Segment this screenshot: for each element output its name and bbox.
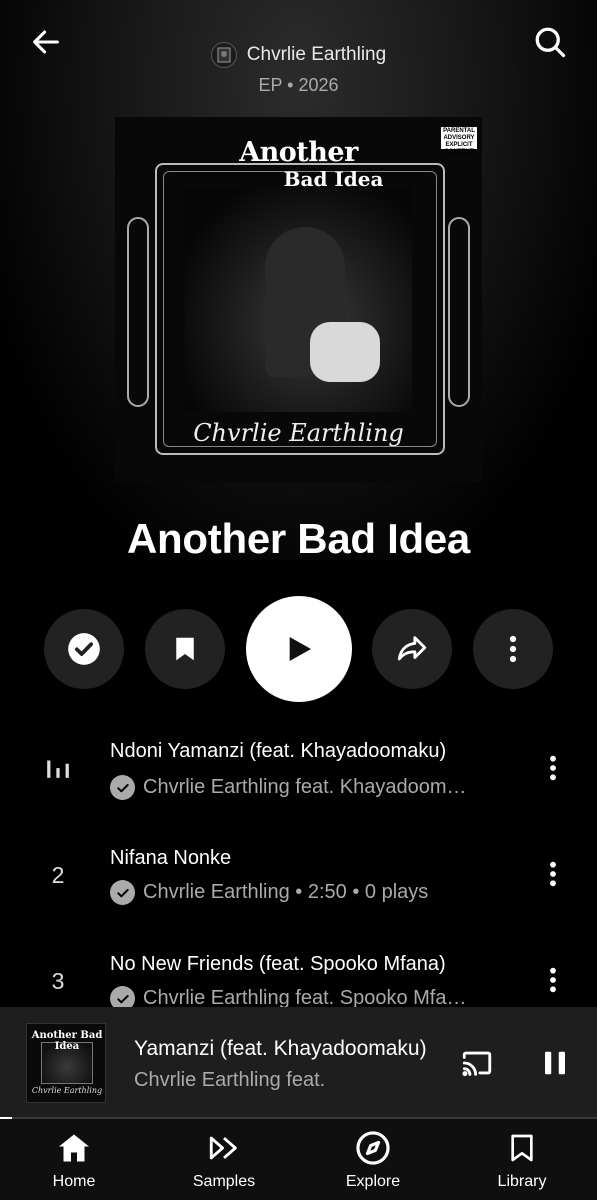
nav-library-label: Library	[497, 1173, 547, 1190]
mini-player-subtitle[interactable]: Chvrlie Earthling feat.	[134, 1069, 434, 1092]
mini-player-cover[interactable]: Another Bad Idea Chvrlie Earthling	[26, 1023, 106, 1103]
bookmark-icon	[176, 637, 194, 661]
track-subtitle: Chvrlie Earthling • 2:50 • 0 plays	[110, 880, 510, 905]
nav-explore-label: Explore	[345, 1173, 401, 1190]
artist-row[interactable]: Chvrlie Earthling	[0, 42, 597, 68]
library-icon	[502, 1129, 542, 1167]
saved-toggle-button[interactable]	[44, 609, 124, 689]
explore-icon	[353, 1129, 393, 1167]
mini-player-title[interactable]: Yamanzi (feat. Khayadoomaku)	[134, 1037, 434, 1061]
share-arrow-icon	[397, 636, 427, 661]
share-button[interactable]	[372, 609, 452, 689]
nav-home-label: Home	[52, 1173, 96, 1190]
track-more-button[interactable]	[538, 960, 568, 1000]
cover-frame-inner	[163, 171, 437, 447]
cast-icon	[462, 1051, 492, 1077]
cover-title-line2: Bad Idea	[283, 167, 384, 191]
cast-button[interactable]	[455, 1041, 499, 1085]
nav-samples[interactable]: Samples	[174, 1129, 274, 1195]
track-title: Ndoni Yamanzi (feat. Khayadoomaku)	[110, 740, 447, 762]
equalizer-icon	[47, 760, 69, 778]
play-icon	[289, 637, 311, 661]
parental-advisory-label: PARENTAL ADVISORY EXPLICIT CONTENT	[441, 127, 477, 155]
track-subtitle: Chvrlie Earthling feat. Khayadoom…	[110, 775, 510, 800]
nav-home[interactable]: Home	[24, 1129, 124, 1195]
check-circle-icon	[68, 633, 100, 665]
mini-cover-artist: Chvrlie Earthling	[31, 1086, 103, 1095]
action-row	[0, 596, 597, 702]
home-icon	[54, 1129, 94, 1167]
cover-ornament-left	[127, 217, 149, 407]
verified-check-icon	[110, 775, 135, 800]
nav-library[interactable]: Library	[472, 1129, 572, 1195]
pause-icon	[545, 1051, 565, 1075]
nav-explore[interactable]: Explore	[323, 1129, 423, 1195]
now-playing-indicator	[38, 754, 78, 786]
cover-artist-script: Chvrlie Earthling	[193, 419, 404, 447]
track-number: 3	[51, 968, 65, 994]
track-title: Nifana Nonke	[110, 847, 232, 869]
top-bar: Chvrlie Earthling EP • 2026	[0, 0, 597, 120]
verified-check-icon	[110, 880, 135, 905]
play-button[interactable]	[246, 596, 352, 702]
mini-cover-title: Another Bad Idea	[31, 1030, 103, 1052]
artist-avatar[interactable]	[210, 42, 237, 68]
samples-icon	[204, 1129, 244, 1167]
more-vertical-icon	[509, 635, 517, 663]
track-title: No New Friends (feat. Spooko Mfana)	[110, 953, 446, 975]
pause-button[interactable]	[533, 1041, 577, 1085]
track-subtitle-text: Chvrlie Earthling • 2:50 • 0 plays	[143, 881, 429, 903]
album-meta: EP • 2026	[258, 75, 339, 95]
bookmark-button[interactable]	[145, 609, 225, 689]
nav-samples-label: Samples	[192, 1173, 256, 1190]
bottom-nav: Home Samples Explore Library	[0, 1119, 597, 1200]
search-icon	[535, 27, 566, 58]
more-vertical-icon	[550, 755, 556, 781]
album-cover: Another Bad Idea Chvrlie Earthling PAREN…	[115, 117, 482, 482]
cover-ornament-right	[448, 217, 470, 407]
track-more-button[interactable]	[538, 748, 568, 788]
search-button[interactable]	[526, 18, 574, 66]
more-vertical-icon	[550, 861, 556, 887]
artist-avatar-image-icon	[217, 47, 231, 63]
track-more-button[interactable]	[538, 854, 568, 894]
track-number: 2	[51, 862, 65, 888]
mini-player[interactable]: Another Bad Idea Chvrlie Earthling Yaman…	[0, 1007, 597, 1117]
track-subtitle-text: Chvrlie Earthling feat. Khayadoom…	[143, 776, 467, 798]
track-row[interactable]: Ndoni Yamanzi (feat. Khayadoomaku) Chvrl…	[0, 732, 597, 812]
cover-title-line1: Another	[239, 137, 358, 168]
artist-name[interactable]: Chvrlie Earthling	[247, 44, 386, 66]
more-options-button[interactable]	[473, 609, 553, 689]
more-vertical-icon	[550, 967, 556, 993]
track-row[interactable]: 2 Nifana Nonke Chvrlie Earthling • 2:50 …	[0, 838, 597, 918]
album-title: Another Bad Idea	[127, 515, 470, 562]
